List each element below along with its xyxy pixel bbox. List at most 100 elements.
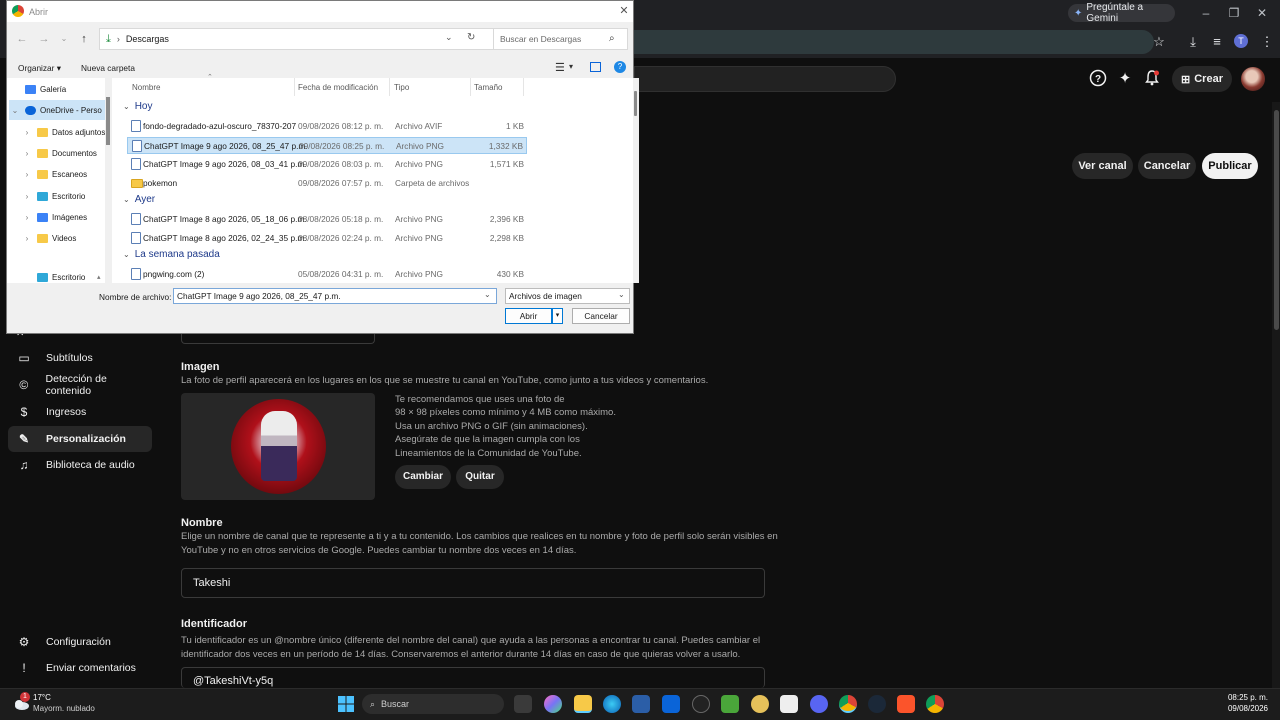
file-row[interactable]: pngwing.com (2) 05/08/2026 04:31 p. m. A… — [127, 266, 527, 283]
filename-input[interactable]: ChatGPT Image 9 ago 2026, 08_25_47 p.m. — [173, 288, 497, 304]
page-scrollbar-thumb[interactable] — [1274, 110, 1279, 330]
new-folder-button[interactable]: Nueva carpeta — [81, 63, 135, 73]
open-button[interactable]: Abrir — [505, 308, 552, 324]
file-type-select[interactable]: Archivos de imagen — [505, 288, 630, 304]
nav-item-desktop-2[interactable]: Escritorio — [21, 273, 117, 283]
dialog-cancel-button[interactable]: Cancelar — [572, 308, 630, 324]
recent-locations-chevron-icon[interactable]: ⌄ — [57, 32, 71, 46]
open-split-dropdown-icon[interactable]: ▾ — [552, 308, 563, 324]
cancel-button[interactable]: Cancelar — [1138, 153, 1196, 179]
chevron-down-icon[interactable]: ▾ — [569, 62, 573, 71]
restore-window-icon[interactable]: ❐ — [1226, 5, 1242, 21]
group-header-yesterday[interactable]: ⌄ Ayer — [123, 194, 155, 205]
nav-scrollbar-thumb[interactable] — [106, 97, 110, 145]
publish-button[interactable]: Publicar — [1202, 153, 1258, 179]
capcut-icon[interactable] — [780, 695, 798, 713]
sidebar-item-settings[interactable]: ⚙ Configuración — [8, 629, 152, 655]
gemini-button[interactable]: ✦ Pregúntale a Gemini — [1068, 2, 1175, 24]
nav-item-documents[interactable]: › Documentos — [21, 143, 117, 163]
bookmark-star-icon[interactable]: ☆ — [1150, 33, 1168, 51]
group-header-today[interactable]: ⌄ Hoy — [123, 101, 153, 112]
sidebar-item-subtitles[interactable]: ▭ Subtítulos — [8, 345, 152, 371]
change-image-button[interactable]: Cambiar — [395, 465, 451, 489]
browser-menu-icon[interactable]: ⋮ — [1258, 33, 1276, 51]
discord-icon[interactable] — [810, 695, 828, 713]
column-separator[interactable] — [523, 78, 524, 96]
nav-item-attachments[interactable]: › Datos adjuntos — [21, 122, 117, 142]
weather-widget[interactable]: 17°C Mayorm. nublado — [33, 692, 95, 714]
back-arrow-icon[interactable]: ← — [15, 32, 29, 46]
file-row[interactable]: ChatGPT Image 9 ago 2026, 08_03_41 p.m. … — [127, 156, 527, 173]
brave-icon[interactable] — [897, 695, 915, 713]
column-header-type[interactable]: Tipo — [394, 83, 409, 92]
community-guidelines-link[interactable]: Lineamientos de la Comunidad de YouTube. — [395, 447, 635, 460]
edge-icon[interactable] — [603, 695, 621, 713]
preview-pane-icon[interactable] — [590, 62, 601, 72]
channel-name-input[interactable]: Takeshi — [181, 568, 765, 598]
help-icon[interactable]: ? — [1088, 69, 1108, 89]
file-row[interactable]: fondo-degradado-azul-oscuro_78370-2078 0… — [127, 118, 527, 135]
nav-item-videos[interactable]: › Videos — [21, 228, 117, 248]
organize-menu[interactable]: Organizar ▾ — [18, 63, 61, 73]
column-header-size[interactable]: Tamaño — [474, 83, 502, 92]
handle-input[interactable]: @TakeshiVt-y5q — [181, 667, 765, 688]
file-row[interactable]: ChatGPT Image 8 ago 2026, 05_18_06 p.m. … — [127, 211, 527, 228]
sidebar-item-content-detection[interactable]: © Detección de contenido — [8, 372, 152, 398]
help-icon[interactable]: ? — [614, 61, 626, 73]
folder-search-input[interactable]: Buscar en Descargas — [493, 28, 628, 50]
file-type-chevron-icon[interactable]: ⌄ — [618, 290, 625, 299]
sidebar-item-audio-library[interactable]: ♫ Biblioteca de audio — [8, 452, 152, 478]
path-bar[interactable]: ⤓ › Descargas — [99, 28, 496, 50]
up-arrow-icon[interactable]: ↑ — [77, 32, 91, 46]
nav-item-scans[interactable]: › Escaneos — [21, 164, 117, 184]
taskbar-search-box[interactable]: ⌕ Buscar — [362, 694, 504, 714]
steam-icon[interactable] — [868, 695, 886, 713]
column-separator[interactable] — [294, 78, 295, 96]
store-icon[interactable] — [632, 695, 650, 713]
filename-dropdown-chevron-icon[interactable]: ⌄ — [484, 290, 491, 299]
sidebar-item-earnings[interactable]: $ Ingresos — [8, 399, 152, 425]
downloads-icon[interactable]: ⤓ — [1184, 33, 1202, 51]
sidebar-item-feedback[interactable]: ! Enviar comentarios — [8, 655, 152, 681]
sidebar-item-customization[interactable]: ✎ Personalización — [8, 426, 152, 452]
nav-item-gallery[interactable]: Galería — [9, 79, 105, 99]
nav-item-desktop[interactable]: › Escritorio — [21, 186, 117, 206]
group-header-last-week[interactable]: ⌄ La semana pasada — [123, 249, 220, 260]
copilot-icon[interactable] — [544, 695, 562, 713]
outlook-icon[interactable] — [662, 695, 680, 713]
ai-sparkle-icon[interactable]: ✦ — [1115, 69, 1135, 89]
nav-item-onedrive[interactable]: ⌄ OneDrive - Perso — [9, 100, 105, 120]
file-list-scrollbar-thumb[interactable] — [634, 91, 637, 116]
path-dropdown-chevron-icon[interactable]: ⌄ — [445, 32, 453, 43]
reading-list-icon[interactable]: ≡ — [1208, 33, 1226, 51]
file-row[interactable]: ChatGPT Image 8 ago 2026, 02_24_35 p.m. … — [127, 230, 527, 247]
forward-arrow-icon[interactable]: → — [37, 32, 51, 46]
windows-start-icon[interactable] — [337, 695, 355, 713]
column-header-name[interactable]: Nombre — [132, 83, 160, 92]
column-separator[interactable] — [389, 78, 390, 96]
chrome-icon[interactable] — [839, 695, 857, 713]
studio-search-input[interactable] — [634, 66, 896, 92]
remove-image-button[interactable]: Quitar — [456, 465, 504, 489]
view-options-icon[interactable]: ☰ — [555, 61, 565, 74]
refresh-icon[interactable]: ↻ — [467, 32, 475, 43]
taskbar-clock[interactable]: 08:25 p. m. 09/08/2026 — [1200, 692, 1268, 714]
close-window-icon[interactable]: ✕ — [1254, 5, 1270, 21]
file-row-selected[interactable]: ChatGPT Image 9 ago 2026, 08_25_47 p.m. … — [127, 137, 527, 154]
search-icon[interactable]: ⌕ — [609, 33, 615, 44]
column-header-date[interactable]: Fecha de modificación — [298, 83, 378, 92]
task-view-icon[interactable] — [514, 695, 532, 713]
view-channel-button[interactable]: Ver canal — [1072, 153, 1133, 179]
folder-row[interactable]: pokemon 09/08/2026 07:57 p. m. Carpeta d… — [127, 175, 527, 192]
notifications-bell-icon[interactable] — [1142, 69, 1162, 89]
epic-games-icon[interactable] — [692, 695, 710, 713]
create-button[interactable]: ⊞ Crear — [1172, 66, 1232, 92]
account-avatar[interactable] — [1241, 67, 1265, 91]
minimize-window-icon[interactable]: – — [1198, 5, 1214, 21]
nav-scroll-up-icon[interactable]: ▴ — [97, 273, 101, 281]
close-icon[interactable]: ✕ — [617, 4, 631, 18]
breadcrumb-current[interactable]: Descargas — [126, 34, 169, 44]
column-separator[interactable] — [470, 78, 471, 96]
game-app-icon[interactable] — [751, 695, 769, 713]
chrome-profile-icon[interactable] — [926, 695, 944, 713]
